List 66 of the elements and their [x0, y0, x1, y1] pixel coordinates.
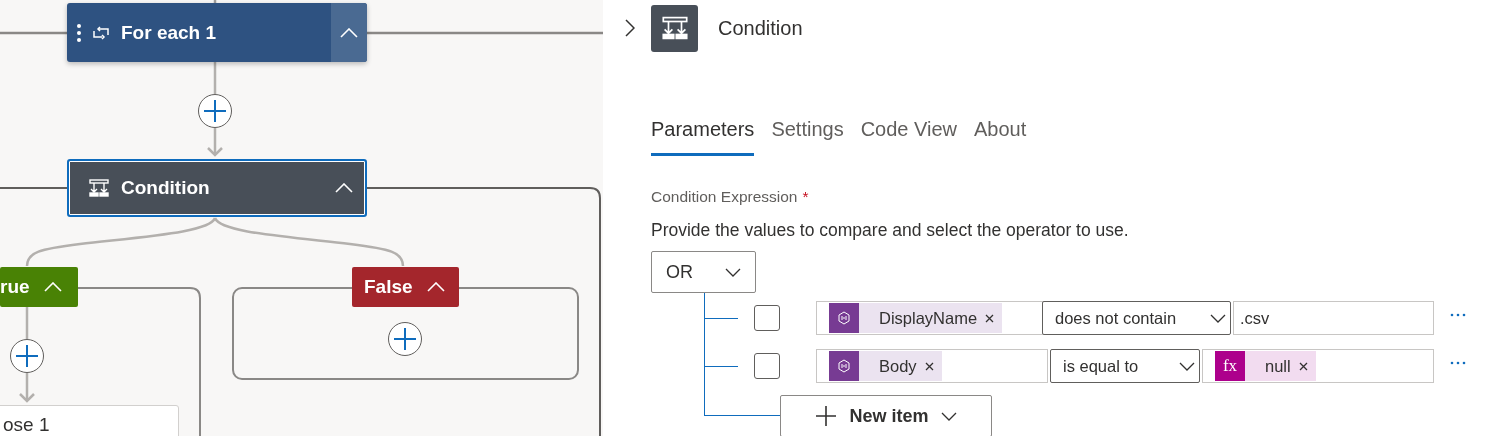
value-field[interactable]: fx null [1202, 349, 1434, 383]
chevron-up-icon[interactable] [335, 183, 353, 193]
new-item-button[interactable]: New item [780, 395, 992, 436]
more-button[interactable] [1448, 359, 1468, 367]
chevron-up-icon [340, 27, 358, 38]
remove-icon[interactable] [985, 313, 995, 323]
token-icon [829, 351, 859, 381]
tab[interactable]: Parameters [651, 110, 755, 156]
drag-handle-icon [77, 22, 81, 43]
plus-icon [394, 328, 416, 350]
function-icon: fx [1215, 351, 1245, 381]
tab[interactable]: Settings [771, 110, 844, 156]
add-step-button[interactable] [10, 339, 44, 373]
tab[interactable]: About [974, 110, 1027, 156]
dynamic-token[interactable]: Body [829, 351, 942, 381]
checkbox[interactable] [754, 305, 780, 331]
action-title: ose 1 [3, 414, 50, 436]
chevron-down-icon [940, 411, 957, 421]
dynamic-token[interactable]: DisplayName [829, 303, 1003, 333]
collapse-button[interactable] [331, 3, 367, 62]
value-field[interactable]: .csv [1233, 301, 1434, 335]
node-title: For each 1 [121, 21, 217, 44]
plus-icon [204, 100, 226, 122]
plus-icon [815, 405, 838, 427]
operator-dropdown[interactable]: is equal to [1050, 349, 1200, 383]
connector-line [213, 0, 217, 4]
more-button[interactable] [1448, 311, 1468, 319]
branch-label: False [364, 276, 413, 298]
connector-line [213, 62, 217, 94]
tab[interactable]: Code View [860, 110, 957, 156]
group-operator-dropdown[interactable]: OR [651, 251, 756, 293]
arrow-connector [207, 128, 223, 157]
expression-token[interactable]: fx null [1215, 351, 1316, 381]
action-card[interactable]: ose 1 [0, 405, 179, 436]
node-title: Condition [121, 177, 210, 199]
add-step-button[interactable] [388, 322, 422, 356]
condition-icon [89, 179, 109, 197]
operator-dropdown[interactable]: does not contain [1042, 301, 1231, 335]
chevron-down-icon [1210, 313, 1226, 323]
value-field[interactable]: Body [816, 349, 1048, 383]
add-step-button[interactable] [198, 94, 232, 128]
value-field[interactable]: DisplayName [816, 301, 1044, 335]
plus-icon [16, 345, 38, 367]
chevron-down-icon [725, 267, 741, 277]
remove-icon[interactable] [924, 361, 934, 371]
branch-header[interactable]: rue [0, 267, 78, 307]
loop-icon [92, 24, 110, 41]
condition-icon [651, 4, 698, 52]
loop-node[interactable]: For each 1 [67, 3, 367, 62]
chevron-right-icon[interactable] [625, 19, 635, 37]
branch-label: rue [0, 276, 30, 298]
chevron-down-icon [1179, 361, 1195, 371]
token-icon [829, 303, 859, 333]
branch-header[interactable]: False [352, 267, 459, 307]
scope-line [0, 31, 67, 35]
required-mark: * [802, 188, 809, 206]
connector-line [25, 307, 29, 339]
panel-title: Condition [718, 16, 803, 40]
chevron-up-icon[interactable] [43, 282, 62, 292]
arrow-connector [19, 373, 35, 403]
chevron-up-icon[interactable] [426, 282, 445, 292]
checkbox[interactable] [754, 353, 780, 379]
condition-node[interactable]: Condition [67, 159, 367, 217]
hint-text: Provide the values to compare and select the operator to use. [651, 220, 1130, 241]
remove-icon[interactable] [1298, 361, 1308, 371]
field-label: Condition Expression [651, 188, 798, 206]
